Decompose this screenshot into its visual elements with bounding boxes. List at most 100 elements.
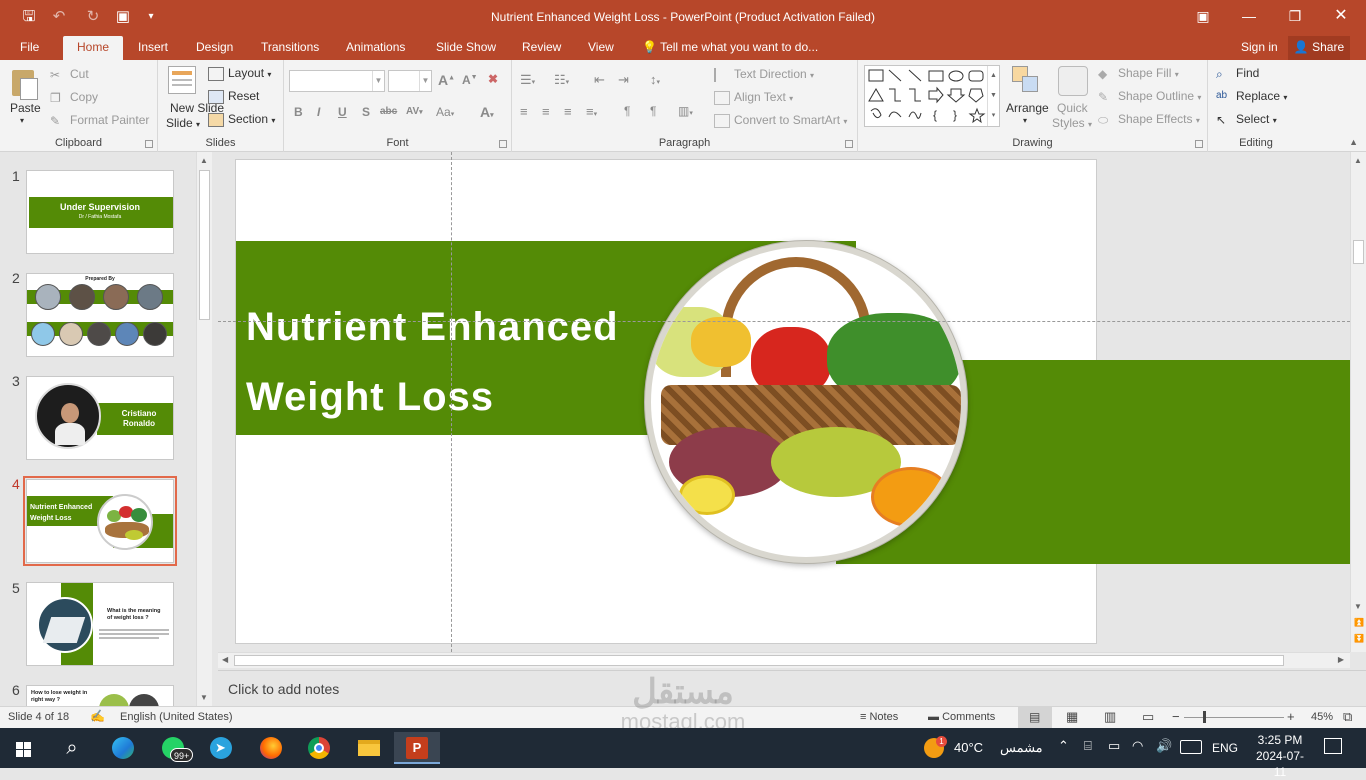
ltr-icon[interactable]: ¶ bbox=[624, 104, 630, 118]
slide-thumbnail-1[interactable]: Under Supervision Dr / Fathia Mostafa bbox=[26, 170, 174, 254]
italic-button[interactable]: I bbox=[317, 105, 320, 119]
reset-button[interactable]: Reset bbox=[208, 89, 259, 104]
zoom-slider-thumb[interactable] bbox=[1203, 711, 1206, 723]
close-icon[interactable]: ✕ bbox=[1318, 0, 1364, 32]
font-launcher-icon[interactable] bbox=[499, 140, 507, 148]
collapse-ribbon-icon[interactable]: ▲ bbox=[1349, 137, 1358, 147]
previous-slide-icon[interactable]: ⏫ bbox=[1354, 618, 1364, 627]
tab-view[interactable]: View bbox=[588, 36, 614, 60]
fruit-basket-image[interactable] bbox=[644, 240, 968, 564]
align-center-icon[interactable]: ≡ bbox=[542, 104, 550, 119]
grow-font-icon[interactable]: A▲ bbox=[438, 72, 455, 88]
telegram-icon[interactable]: ➤ bbox=[200, 732, 240, 764]
next-slide-icon[interactable]: ⏬ bbox=[1354, 634, 1364, 643]
horizontal-scroll-thumb[interactable] bbox=[234, 655, 1284, 666]
text-direction-button[interactable]: Text Direction ▾ bbox=[714, 67, 814, 82]
thumbnail-scroll-thumb[interactable] bbox=[199, 170, 210, 320]
arrange-button[interactable]: Arrange bbox=[1006, 101, 1049, 115]
notes-pane[interactable]: Click to add notes bbox=[218, 670, 1366, 706]
scroll-down-icon[interactable]: ▼ bbox=[1354, 602, 1362, 611]
tab-animations[interactable]: Animations bbox=[346, 36, 405, 60]
canvas-horizontal-scrollbar[interactable]: ◀ ▶ bbox=[218, 652, 1350, 668]
clock[interactable]: 3:25 PM 2024-07-11 bbox=[1250, 732, 1310, 780]
spell-check-icon[interactable]: ✍ bbox=[90, 709, 105, 723]
tab-file[interactable]: File bbox=[20, 36, 39, 60]
weather-temp[interactable]: 40°C bbox=[954, 740, 983, 755]
new-slide-dropdown[interactable]: Slide ▾ bbox=[166, 116, 200, 130]
tab-home[interactable]: Home bbox=[63, 36, 123, 60]
slide-thumbnail-4[interactable]: Nutrient Enhanced Weight Loss bbox=[23, 476, 177, 566]
scroll-up-icon[interactable]: ▲ bbox=[1354, 156, 1362, 165]
volume-icon[interactable]: 🔊 bbox=[1156, 738, 1172, 754]
thumbnail-scrollbar[interactable]: ▲ ▼ bbox=[196, 152, 212, 706]
slide-thumbnail-2[interactable]: Prepared By bbox=[26, 273, 174, 357]
shape-fill-button[interactable]: ◆ Shape Fill ▾ bbox=[1098, 66, 1179, 81]
clear-formatting-icon[interactable]: ✖ bbox=[488, 72, 498, 86]
slideshow-view-icon[interactable]: ▭ bbox=[1142, 709, 1154, 725]
underline-button[interactable]: U bbox=[338, 105, 347, 119]
tab-transitions[interactable]: Transitions bbox=[261, 36, 319, 60]
fit-slide-icon[interactable]: ⧉ bbox=[1343, 709, 1352, 725]
shape-outline-button[interactable]: ✎ Shape Outline ▾ bbox=[1098, 89, 1201, 104]
scroll-left-icon[interactable]: ◀ bbox=[222, 655, 228, 664]
font-name-combo[interactable]: ▼ bbox=[289, 70, 385, 92]
increase-indent-icon[interactable]: ⇥ bbox=[618, 72, 629, 88]
battery-icon[interactable]: ▭ bbox=[1108, 738, 1120, 754]
keyboard-icon[interactable] bbox=[1180, 740, 1202, 754]
zoom-level[interactable]: 45% bbox=[1311, 711, 1333, 723]
quick-styles-button[interactable]: Quick bbox=[1057, 101, 1088, 115]
bold-button[interactable]: B bbox=[294, 105, 303, 119]
quick-styles-dropdown[interactable]: Styles ▾ bbox=[1052, 116, 1092, 130]
justify-icon[interactable]: ≡▾ bbox=[586, 104, 597, 119]
notification-center-icon[interactable] bbox=[1324, 738, 1342, 754]
section-button[interactable]: Section ▾ bbox=[208, 112, 275, 127]
select-button[interactable]: ↖ Select ▾ bbox=[1216, 112, 1277, 127]
zoom-slider[interactable] bbox=[1184, 717, 1284, 718]
numbering-icon[interactable]: ☷▾ bbox=[554, 72, 569, 88]
font-size-combo[interactable]: ▼ bbox=[388, 70, 432, 92]
paste-button[interactable]: Paste bbox=[10, 101, 41, 115]
zoom-in-button[interactable]: + bbox=[1287, 709, 1295, 724]
powerpoint-taskbar-icon[interactable]: P bbox=[394, 732, 440, 764]
font-color-icon[interactable]: A▾ bbox=[480, 104, 494, 120]
layout-button[interactable]: Layout ▾ bbox=[208, 66, 271, 81]
weather-text[interactable]: مشمس bbox=[1000, 740, 1043, 756]
input-language[interactable]: ENG bbox=[1212, 741, 1238, 755]
shapes-gallery[interactable]: {} ▲ ▼ ▾ bbox=[864, 65, 1000, 127]
shape-effects-button[interactable]: ⬭ Shape Effects ▾ bbox=[1098, 112, 1200, 127]
slide-thumbnail-3[interactable]: Cristiano Ronaldo bbox=[26, 376, 174, 460]
slide-title[interactable]: Nutrient Enhanced Weight Loss bbox=[246, 292, 619, 432]
wifi-icon[interactable]: ◠ bbox=[1132, 738, 1143, 754]
meet-now-icon[interactable]: ⌸ bbox=[1084, 738, 1092, 754]
chrome-icon[interactable] bbox=[298, 732, 338, 764]
whatsapp-icon[interactable]: 99+ bbox=[156, 732, 196, 764]
line-spacing-icon[interactable]: ↕▾ bbox=[650, 72, 660, 87]
find-button[interactable]: ⌕ Find bbox=[1216, 66, 1259, 81]
copy-button[interactable]: ❐ Copy bbox=[50, 90, 98, 105]
scroll-down-icon[interactable]: ▼ bbox=[200, 693, 208, 702]
language-indicator[interactable]: English (United States) bbox=[120, 711, 233, 723]
change-case-button[interactable]: Aa▾ bbox=[436, 105, 454, 119]
character-spacing-button[interactable]: AV▾ bbox=[406, 106, 423, 117]
minimize-icon[interactable]: — bbox=[1226, 0, 1272, 32]
align-text-button[interactable]: Align Text ▾ bbox=[714, 90, 793, 105]
tab-design[interactable]: Design bbox=[196, 36, 233, 60]
scroll-up-icon[interactable]: ▲ bbox=[200, 156, 208, 165]
firefox-icon[interactable] bbox=[250, 732, 290, 764]
convert-smartart-button[interactable]: Convert to SmartArt ▾ bbox=[714, 113, 847, 128]
reading-view-icon[interactable]: ▥ bbox=[1104, 709, 1116, 725]
clipboard-launcher-icon[interactable] bbox=[145, 140, 153, 148]
notes-toggle-button[interactable]: ≡ Notes bbox=[860, 711, 898, 723]
slide-sorter-view-icon[interactable]: ▦ bbox=[1066, 709, 1078, 725]
gallery-scroll[interactable]: ▲ ▼ ▾ bbox=[987, 66, 999, 126]
chevron-up-icon[interactable]: ⌃ bbox=[1058, 738, 1069, 754]
replace-button[interactable]: ab Replace ▾ bbox=[1216, 89, 1287, 104]
drawing-launcher-icon[interactable] bbox=[1195, 140, 1203, 148]
cut-button[interactable]: ✂ Cut bbox=[50, 67, 89, 82]
search-icon[interactable]: ⌕ bbox=[52, 732, 92, 764]
comments-toggle-button[interactable]: ▬ Comments bbox=[928, 711, 995, 723]
edge-icon[interactable] bbox=[102, 732, 142, 764]
chevron-down-icon[interactable]: ▼ bbox=[372, 71, 384, 91]
file-explorer-icon[interactable] bbox=[348, 732, 388, 764]
ribbon-display-icon[interactable]: ▣ bbox=[1180, 0, 1226, 32]
